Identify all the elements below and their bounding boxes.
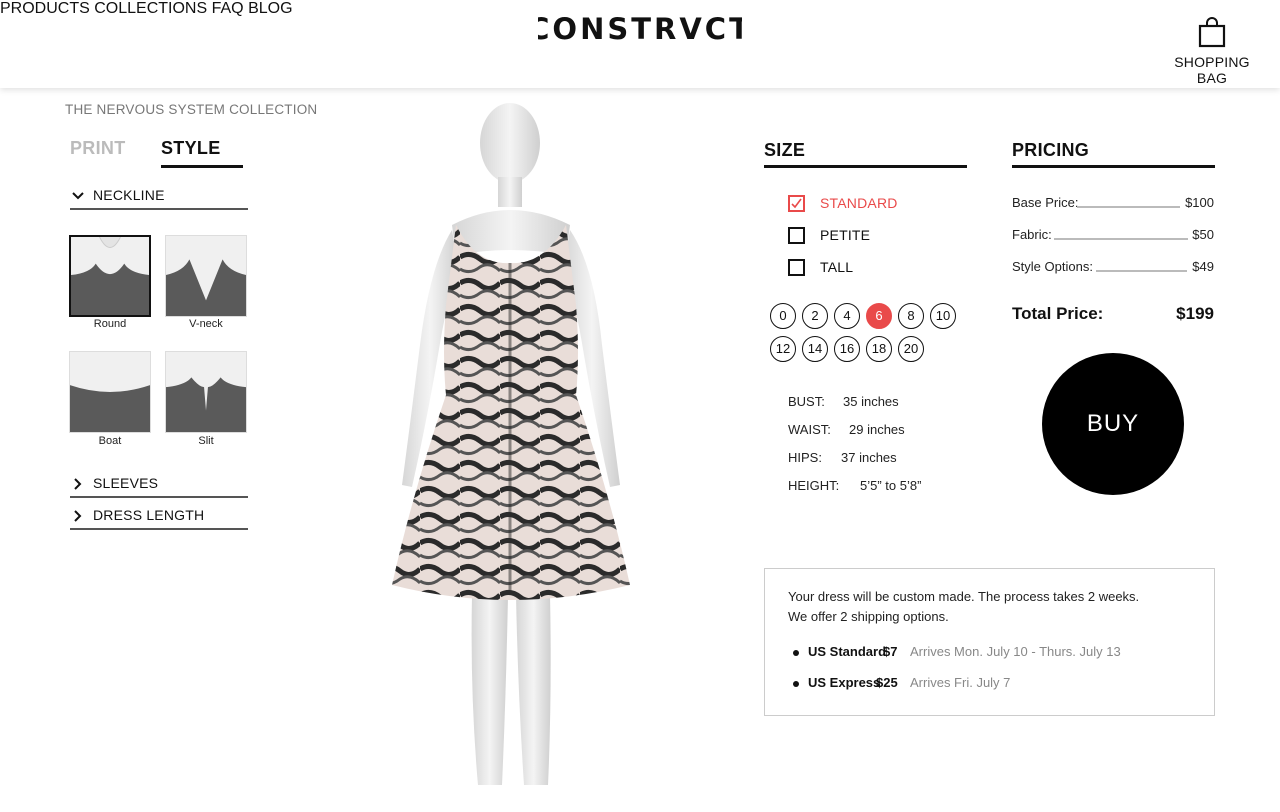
tab-style[interactable]: STYLE: [161, 138, 243, 168]
neckline-swatch-vneck[interactable]: [165, 235, 247, 317]
shopping-bag-link[interactable]: SHOPPING BAG: [1160, 16, 1264, 86]
nav-collections[interactable]: COLLECTIONS: [94, 0, 207, 17]
size-option-14[interactable]: 14: [802, 336, 828, 362]
round-neck-thumbnail: [71, 237, 149, 315]
waist-label: WAIST:: [788, 422, 831, 437]
buy-button[interactable]: BUY: [1042, 353, 1184, 495]
nav-faq[interactable]: FAQ: [212, 0, 244, 17]
shipping-line-1: Your dress will be custom made. The proc…: [788, 589, 1140, 604]
bust-label: BUST:: [788, 394, 825, 409]
style-options-value: $49: [1192, 259, 1214, 274]
neckline-label: NECKLINE: [93, 187, 165, 203]
size-option-20[interactable]: 20: [898, 336, 924, 362]
leader-line: [1054, 238, 1188, 240]
measurement-height: HEIGHT: 5’5” to 5’8”: [788, 478, 921, 493]
shipping-arrival: Arrives Mon. July 10 - Thurs. July 13: [910, 644, 1121, 659]
size-option-8[interactable]: 8: [898, 303, 924, 329]
total-price-row: Total Price: $199: [1012, 304, 1214, 328]
fabric-price-value: $50: [1192, 227, 1214, 242]
chevron-right-icon: [74, 510, 82, 522]
shipping-cost: $25: [876, 675, 898, 690]
price-row-base: Base Price: $100: [1012, 195, 1214, 215]
shipping-name: US Express: [808, 675, 881, 690]
brand-logo[interactable]: CONSTRVCT: [538, 14, 742, 44]
neckline-label-vneck: V-neck: [189, 318, 223, 330]
neckline-swatch-round[interactable]: [69, 235, 151, 317]
bullet-icon: [793, 650, 799, 656]
shipping-intro: Your dress will be custom made. The proc…: [788, 587, 1139, 627]
tab-print[interactable]: PRINT: [70, 138, 126, 159]
total-price-label: Total Price:: [1012, 304, 1104, 323]
style-options-label: Style Options:: [1012, 259, 1093, 274]
neckline-label-slit: Slit: [198, 435, 214, 447]
waist-value: 29 inches: [849, 422, 905, 437]
shopping-bag-label: SHOPPING BAG: [1174, 54, 1250, 86]
site-header: CONSTRVCT PRODUCTS COLLECTIONS FAQ BLOG …: [0, 0, 1280, 88]
measurement-bust: BUST: 35 inches: [788, 394, 899, 409]
bust-value: 35 inches: [843, 394, 899, 409]
slit-neck-thumbnail: [166, 352, 246, 432]
fit-label-tall: TALL: [820, 259, 854, 275]
size-option-2[interactable]: 2: [802, 303, 828, 329]
bullet-icon: [793, 681, 799, 687]
shipping-name: US Standard: [808, 644, 887, 659]
nav-products[interactable]: PRODUCTS: [0, 0, 90, 17]
size-option-18[interactable]: 18: [866, 336, 892, 362]
shipping-info-box: Your dress will be custom made. The proc…: [764, 568, 1215, 716]
size-option-6[interactable]: 6: [866, 303, 892, 329]
size-option-4[interactable]: 4: [834, 303, 860, 329]
shopping-bag-icon: [1198, 17, 1226, 48]
neckline-label-round: Round: [93, 318, 127, 330]
neckline-swatch-slit[interactable]: [165, 351, 247, 433]
vneck-thumbnail: [166, 236, 246, 316]
size-option-12[interactable]: 12: [770, 336, 796, 362]
chevron-right-icon: [74, 478, 82, 490]
neckline-swatch-boat[interactable]: [69, 351, 151, 433]
price-row-fabric: Fabric: $50: [1012, 227, 1214, 247]
base-price-label: Base Price:: [1012, 195, 1079, 210]
boat-neck-thumbnail: [70, 352, 150, 432]
dress-length-label: DRESS LENGTH: [93, 507, 205, 523]
size-option-10[interactable]: 10: [930, 303, 956, 329]
checkbox-unchecked[interactable]: [788, 227, 805, 244]
size-option-16[interactable]: 16: [834, 336, 860, 362]
sleeves-label: SLEEVES: [93, 475, 159, 491]
checkmark-icon: [791, 198, 802, 209]
measurement-hips: HIPS: 37 inches: [788, 450, 897, 465]
collection-title: THE NERVOUS SYSTEM COLLECTION: [65, 102, 318, 117]
height-value: 5’5” to 5’8”: [860, 478, 922, 493]
hips-label: HIPS:: [788, 450, 822, 465]
neckline-accordion[interactable]: NECKLINE: [70, 186, 248, 210]
dress-length-accordion[interactable]: DRESS LENGTH: [70, 506, 248, 530]
checkbox-unchecked[interactable]: [788, 259, 805, 276]
shipping-line-2: We offer 2 shipping options.: [788, 609, 949, 624]
sleeves-accordion[interactable]: SLEEVES: [70, 474, 248, 498]
fit-label-standard: STANDARD: [820, 195, 898, 211]
pricing-heading: PRICING: [1012, 140, 1215, 168]
height-label: HEIGHT:: [788, 478, 840, 493]
base-price-value: $100: [1185, 195, 1214, 210]
checkbox-checked[interactable]: [788, 195, 805, 212]
shipping-cost: $7: [883, 644, 898, 659]
measurement-waist: WAIST: 29 inches: [788, 422, 905, 437]
neckline-label-boat: Boat: [98, 435, 122, 447]
fabric-price-label: Fabric:: [1012, 227, 1052, 242]
size-option-0[interactable]: 0: [770, 303, 796, 329]
dress-model-preview[interactable]: [380, 95, 650, 805]
fit-label-petite: PETITE: [820, 227, 871, 243]
nav-blog[interactable]: BLOG: [248, 0, 292, 17]
size-heading: SIZE: [764, 140, 967, 168]
hips-value: 37 inches: [841, 450, 897, 465]
leader-line: [1096, 270, 1187, 272]
chevron-down-icon: [72, 192, 84, 200]
print-style-tabs: PRINT STYLE: [70, 138, 248, 168]
total-price-value: $199: [1176, 304, 1214, 323]
svg-text:CONSTRVCT: CONSTRVCT: [538, 14, 742, 44]
shipping-arrival: Arrives Fri. July 7: [910, 675, 1011, 690]
leader-line: [1077, 206, 1180, 208]
price-row-style: Style Options: $49: [1012, 259, 1214, 279]
